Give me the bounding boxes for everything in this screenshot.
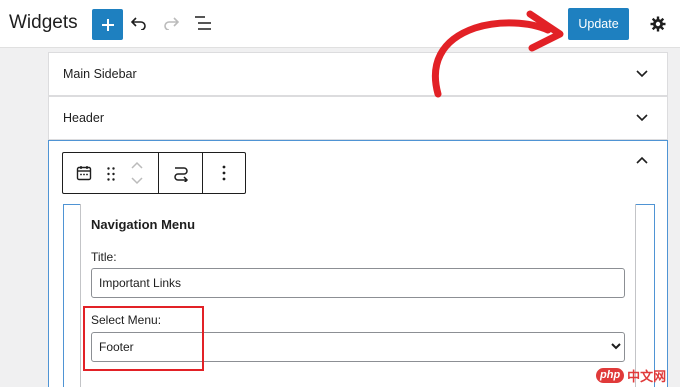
plus-icon [101, 18, 114, 31]
widget-area-main-sidebar[interactable]: Main Sidebar [48, 52, 668, 96]
page-title: Widgets [9, 12, 78, 33]
watermark: php 中文网 [596, 366, 666, 385]
panel-title: Header [63, 111, 104, 125]
toolbar-separator [202, 153, 203, 193]
panel-title: Main Sidebar [63, 67, 137, 81]
redo-icon[interactable] [163, 16, 179, 30]
top-bar: Widgets Update [0, 0, 680, 48]
chevron-up-icon[interactable] [636, 156, 648, 164]
highlight-annotation-box [83, 306, 204, 371]
drag-handle-icon[interactable] [106, 166, 116, 182]
widget-title: Navigation Menu [91, 217, 196, 232]
list-view-icon[interactable] [194, 15, 212, 31]
transform-icon[interactable] [172, 164, 190, 182]
calendar-icon[interactable] [76, 165, 92, 181]
curved-arrow-annotation [431, 10, 564, 98]
watermark-text: 中文网 [627, 369, 667, 384]
toolbar-separator [158, 153, 159, 193]
more-options-icon[interactable] [222, 165, 226, 181]
block-toolbar [62, 152, 246, 194]
gear-icon[interactable] [650, 16, 666, 32]
move-down-icon[interactable] [131, 177, 143, 185]
title-input[interactable]: Important Links [91, 268, 625, 298]
chevron-down-icon [611, 343, 621, 350]
watermark-badge: php [596, 368, 625, 383]
undo-icon[interactable] [131, 16, 147, 30]
add-block-button[interactable] [92, 9, 123, 40]
widget-area-header[interactable]: Header [48, 96, 668, 140]
title-field-label: Title: [91, 250, 117, 264]
move-up-icon[interactable] [131, 161, 143, 169]
chevron-down-icon[interactable] [636, 70, 648, 78]
update-button[interactable]: Update [568, 8, 629, 40]
chevron-down-icon[interactable] [636, 114, 648, 122]
